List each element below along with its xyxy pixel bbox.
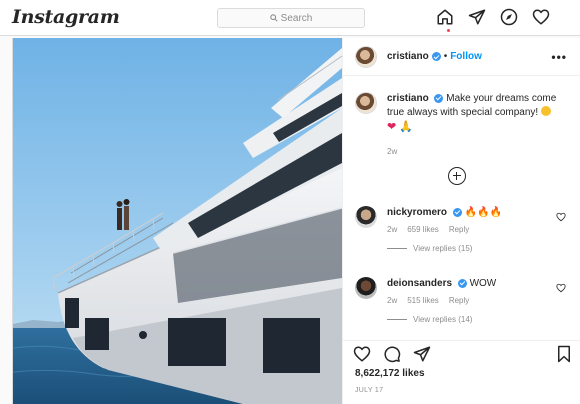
verified-badge-icon (452, 207, 462, 217)
view-replies-label: View replies (15) (413, 244, 473, 253)
caption-avatar[interactable] (355, 92, 377, 114)
verified-badge-icon (431, 52, 441, 61)
caption-username[interactable]: cristiano (387, 93, 429, 104)
caption-text: cristiano Make your dreams come true alw… (387, 92, 575, 135)
comment-text: deionsanders WOW (387, 277, 570, 291)
heart-emoji-icon: ❤ (387, 121, 397, 133)
author-username[interactable]: cristiano (387, 51, 429, 62)
reply-button[interactable]: Reply (449, 225, 469, 234)
active-page-indicator (447, 29, 450, 32)
view-replies-label: View replies (14) (413, 315, 473, 324)
view-replies-button[interactable]: View replies (14) (387, 315, 570, 324)
action-icons (353, 345, 431, 363)
comment-meta: 2w 515 likes Reply (387, 296, 570, 305)
share-icon[interactable] (413, 345, 431, 363)
nav-icons (436, 8, 550, 26)
post-card: cristiano • Follow ••• cristiano Make yo… (12, 38, 580, 404)
smile-emoji-icon (540, 106, 551, 116)
divider (387, 319, 407, 320)
avatar[interactable] (355, 45, 377, 68)
divider (387, 248, 407, 249)
instagram-logo[interactable]: Instagram (12, 6, 120, 28)
separator: • (443, 51, 448, 62)
caption-time: 2w (387, 147, 398, 156)
top-nav: Instagram Search (0, 0, 580, 36)
direct-icon[interactable] (468, 8, 486, 26)
search-icon (269, 14, 278, 22)
comment-item: deionsanders WOW 2w 515 likes Reply View… (355, 277, 570, 324)
verified-badge-icon (457, 278, 467, 288)
likes-count[interactable]: 8,622,172 likes (355, 368, 425, 379)
like-comment-icon[interactable] (556, 212, 566, 222)
load-more-comments-icon[interactable] (448, 167, 466, 185)
verified-badge-icon (434, 93, 444, 103)
like-icon[interactable] (353, 345, 371, 363)
comment-username[interactable]: deionsanders (387, 278, 452, 289)
post-photo[interactable] (13, 38, 342, 404)
pray-emoji-icon: 🙏 (399, 121, 413, 133)
comment-time: 2w (387, 296, 398, 305)
follow-button[interactable]: Follow (450, 51, 482, 62)
comment-time: 2w (387, 225, 398, 234)
activity-icon[interactable] (532, 8, 550, 26)
post-sidebar: cristiano • Follow ••• cristiano Make yo… (342, 38, 580, 404)
explore-icon[interactable] (500, 8, 518, 26)
post-caption: cristiano Make your dreams come true alw… (355, 92, 575, 156)
reply-button[interactable]: Reply (449, 296, 469, 305)
comment-body: WOW (469, 278, 497, 289)
like-comment-icon[interactable] (556, 283, 566, 293)
comment-likes[interactable]: 515 likes (407, 296, 439, 305)
comment-meta: 2w 659 likes Reply (387, 225, 570, 234)
search-placeholder: Search (280, 12, 313, 24)
avatar[interactable] (355, 277, 377, 299)
comment-likes[interactable]: 659 likes (407, 225, 439, 234)
yacht-photo (13, 38, 342, 404)
post-actions: 8,622,172 likes JULY 17 (343, 340, 580, 394)
comment-icon[interactable] (383, 345, 401, 363)
comment-text: nickyromero 🔥🔥🔥 (387, 206, 570, 220)
comment-item: nickyromero 🔥🔥🔥 2w 659 likes Reply View … (355, 206, 570, 253)
bookmark-icon[interactable] (555, 345, 573, 363)
view-replies-button[interactable]: View replies (15) (387, 244, 570, 253)
more-options-icon[interactable]: ••• (551, 50, 567, 64)
home-icon[interactable] (436, 8, 454, 26)
search-input[interactable]: Search (217, 8, 365, 28)
avatar[interactable] (355, 206, 377, 228)
post-date: JULY 17 (355, 387, 384, 394)
post-header: cristiano • Follow ••• (343, 38, 580, 76)
comment-body: 🔥🔥🔥 (464, 207, 502, 218)
comment-username[interactable]: nickyromero (387, 207, 447, 218)
